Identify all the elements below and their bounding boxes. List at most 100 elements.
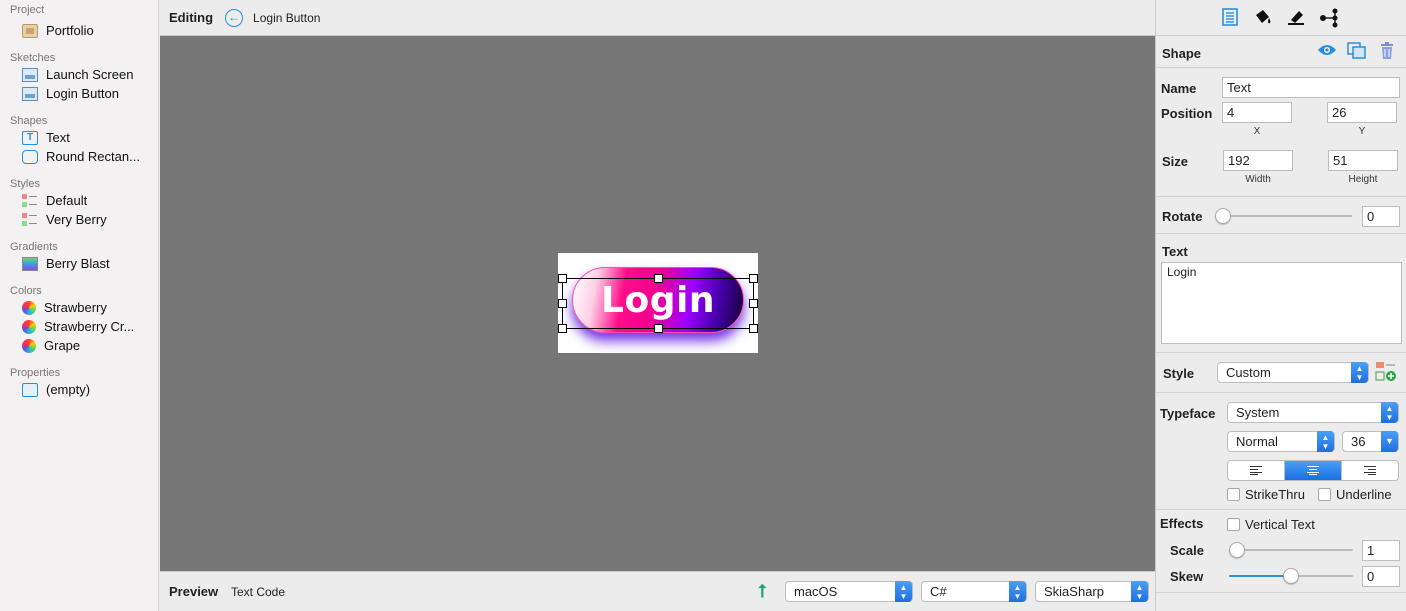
sidebar-item-launch-screen[interactable]: Launch Screen — [22, 65, 157, 84]
scale-field[interactable]: 1 — [1362, 540, 1400, 561]
sidebar-item-empty-property[interactable]: (empty) — [22, 380, 157, 399]
divider — [1156, 196, 1406, 197]
sidebar-item-label: Berry Blast — [46, 256, 110, 271]
align-center-icon — [1307, 466, 1319, 475]
height-field[interactable]: 51 — [1328, 150, 1398, 171]
eye-icon[interactable] — [1317, 42, 1337, 62]
typeface-select-value: System — [1236, 405, 1280, 420]
library-select[interactable]: SkiaSharp ▲ ▼ — [1035, 581, 1149, 602]
size-label: Size — [1162, 154, 1189, 169]
sketch-icon — [22, 86, 38, 101]
inspector-panel: Shape Name Text Position 4 26 X Y Size 1… — [1155, 0, 1406, 611]
scale-slider-knob[interactable] — [1229, 542, 1245, 558]
gradient-icon — [22, 256, 38, 271]
resize-handle-top[interactable] — [654, 274, 663, 283]
skew-field[interactable]: 0 — [1362, 566, 1400, 587]
chevron-down-icon: ▼ — [1381, 431, 1398, 452]
align-right-icon — [1364, 466, 1376, 475]
design-canvas[interactable]: Login — [160, 36, 1155, 571]
skew-slider-knob[interactable] — [1283, 568, 1299, 584]
effects-label: Effects — [1160, 516, 1204, 531]
section-title-properties: Properties — [10, 367, 61, 379]
sidebar-item-very-berry[interactable]: Very Berry — [22, 210, 157, 229]
vertical-text-checkbox[interactable]: Vertical Text — [1227, 517, 1315, 532]
style-select[interactable]: Custom ▲ ▼ — [1217, 362, 1369, 383]
inspector-toolbar — [1156, 0, 1406, 36]
font-size-value: 36 — [1351, 434, 1366, 449]
divider — [1156, 67, 1406, 68]
sidebar-item-text[interactable]: T Text — [22, 128, 157, 147]
sidebar-item-label: Portfolio — [46, 23, 94, 38]
resize-handle-left[interactable] — [558, 299, 567, 308]
underline-label: Underline — [1336, 487, 1392, 502]
checkbox-box[interactable] — [1318, 488, 1331, 501]
position-y-field[interactable]: 26 — [1327, 102, 1397, 123]
underline-checkbox[interactable]: Underline — [1318, 487, 1392, 502]
sidebar-item-grape[interactable]: Grape — [22, 336, 157, 355]
selection-box[interactable] — [562, 278, 754, 329]
position-x-field[interactable]: 4 — [1222, 102, 1292, 123]
strikethru-checkbox[interactable]: StrikeThru — [1227, 487, 1305, 502]
highlighter-icon[interactable] — [1286, 8, 1306, 28]
sidebar-item-round-rectangle[interactable]: Round Rectan... — [22, 147, 157, 166]
resize-handle-bottom-left[interactable] — [558, 324, 567, 333]
x-caption: X — [1253, 126, 1261, 137]
chevron-updown-icon: ▲ ▼ — [1317, 431, 1334, 452]
language-select[interactable]: C# ▲ ▼ — [921, 581, 1027, 602]
sidebar-item-berry-blast[interactable]: Berry Blast — [22, 254, 157, 273]
rotate-slider-track[interactable] — [1224, 215, 1352, 217]
align-left-button[interactable] — [1228, 461, 1285, 480]
section-title-project: Project — [10, 4, 45, 16]
resize-handle-bottom-right[interactable] — [749, 324, 758, 333]
back-arrow-icon[interactable]: ← — [225, 8, 244, 27]
font-weight-select[interactable]: Normal ▲ ▼ — [1227, 431, 1335, 452]
width-caption: Width — [1245, 174, 1271, 185]
export-icon[interactable]: ⭡ — [758, 581, 772, 601]
resize-handle-top-left[interactable] — [558, 274, 567, 283]
sidebar-item-default-style[interactable]: Default — [22, 191, 157, 210]
trash-icon[interactable] — [1377, 42, 1397, 62]
resize-handle-top-right[interactable] — [749, 274, 758, 283]
sidebar-item-label: (empty) — [46, 382, 91, 397]
font-weight-select-value: Normal — [1236, 434, 1278, 449]
resize-handle-bottom[interactable] — [654, 324, 663, 333]
divider — [1156, 392, 1406, 393]
connections-icon[interactable] — [1319, 8, 1339, 28]
width-field[interactable]: 192 — [1223, 150, 1293, 171]
sidebar-item-portfolio[interactable]: Portfolio — [22, 21, 157, 40]
section-title-styles: Styles — [10, 178, 40, 190]
align-right-button[interactable] — [1342, 461, 1398, 480]
rotate-field[interactable]: 0 — [1362, 206, 1400, 227]
editing-label: Editing — [169, 10, 214, 25]
chevron-updown-icon: ▲ ▼ — [1131, 581, 1148, 602]
platform-select[interactable]: macOS ▲ ▼ — [785, 581, 913, 602]
resize-handle-right[interactable] — [749, 299, 758, 308]
sidebar-item-strawberry[interactable]: Strawberry — [22, 298, 157, 317]
duplicate-icon[interactable] — [1347, 42, 1367, 62]
checkbox-box[interactable] — [1227, 488, 1240, 501]
vertical-text-label: Vertical Text — [1245, 517, 1315, 532]
font-size-combo[interactable]: 36 ▼ — [1342, 431, 1399, 452]
sidebar-item-label: Default — [46, 193, 88, 208]
align-left-icon — [1250, 466, 1262, 475]
text-content-input[interactable]: Login — [1161, 262, 1402, 344]
sidebar-item-strawberry-cream[interactable]: Strawberry Cr... — [22, 317, 157, 336]
align-center-button[interactable] — [1285, 461, 1342, 480]
sidebar-item-login-button[interactable]: Login Button — [22, 84, 157, 103]
rotate-label: Rotate — [1162, 209, 1203, 224]
name-field[interactable]: Text — [1222, 77, 1400, 98]
sidebar-item-label: Login Button — [46, 86, 120, 101]
chevron-updown-icon: ▲ ▼ — [1009, 581, 1026, 602]
editor-header: Editing ← Login Button — [160, 0, 1155, 36]
library-select-value: SkiaSharp — [1044, 584, 1104, 599]
scale-slider-track[interactable] — [1229, 549, 1353, 551]
tab-text-code[interactable]: Text Code — [231, 585, 285, 599]
height-caption: Height — [1348, 174, 1378, 185]
text-alignment-control[interactable] — [1227, 460, 1399, 481]
add-style-icon[interactable] — [1375, 361, 1396, 381]
rotate-slider-knob[interactable] — [1215, 208, 1231, 224]
paint-bucket-icon[interactable] — [1253, 8, 1273, 28]
typeface-select[interactable]: System ▲ ▼ — [1227, 402, 1399, 423]
document-icon[interactable] — [1220, 8, 1240, 28]
checkbox-box[interactable] — [1227, 518, 1240, 531]
